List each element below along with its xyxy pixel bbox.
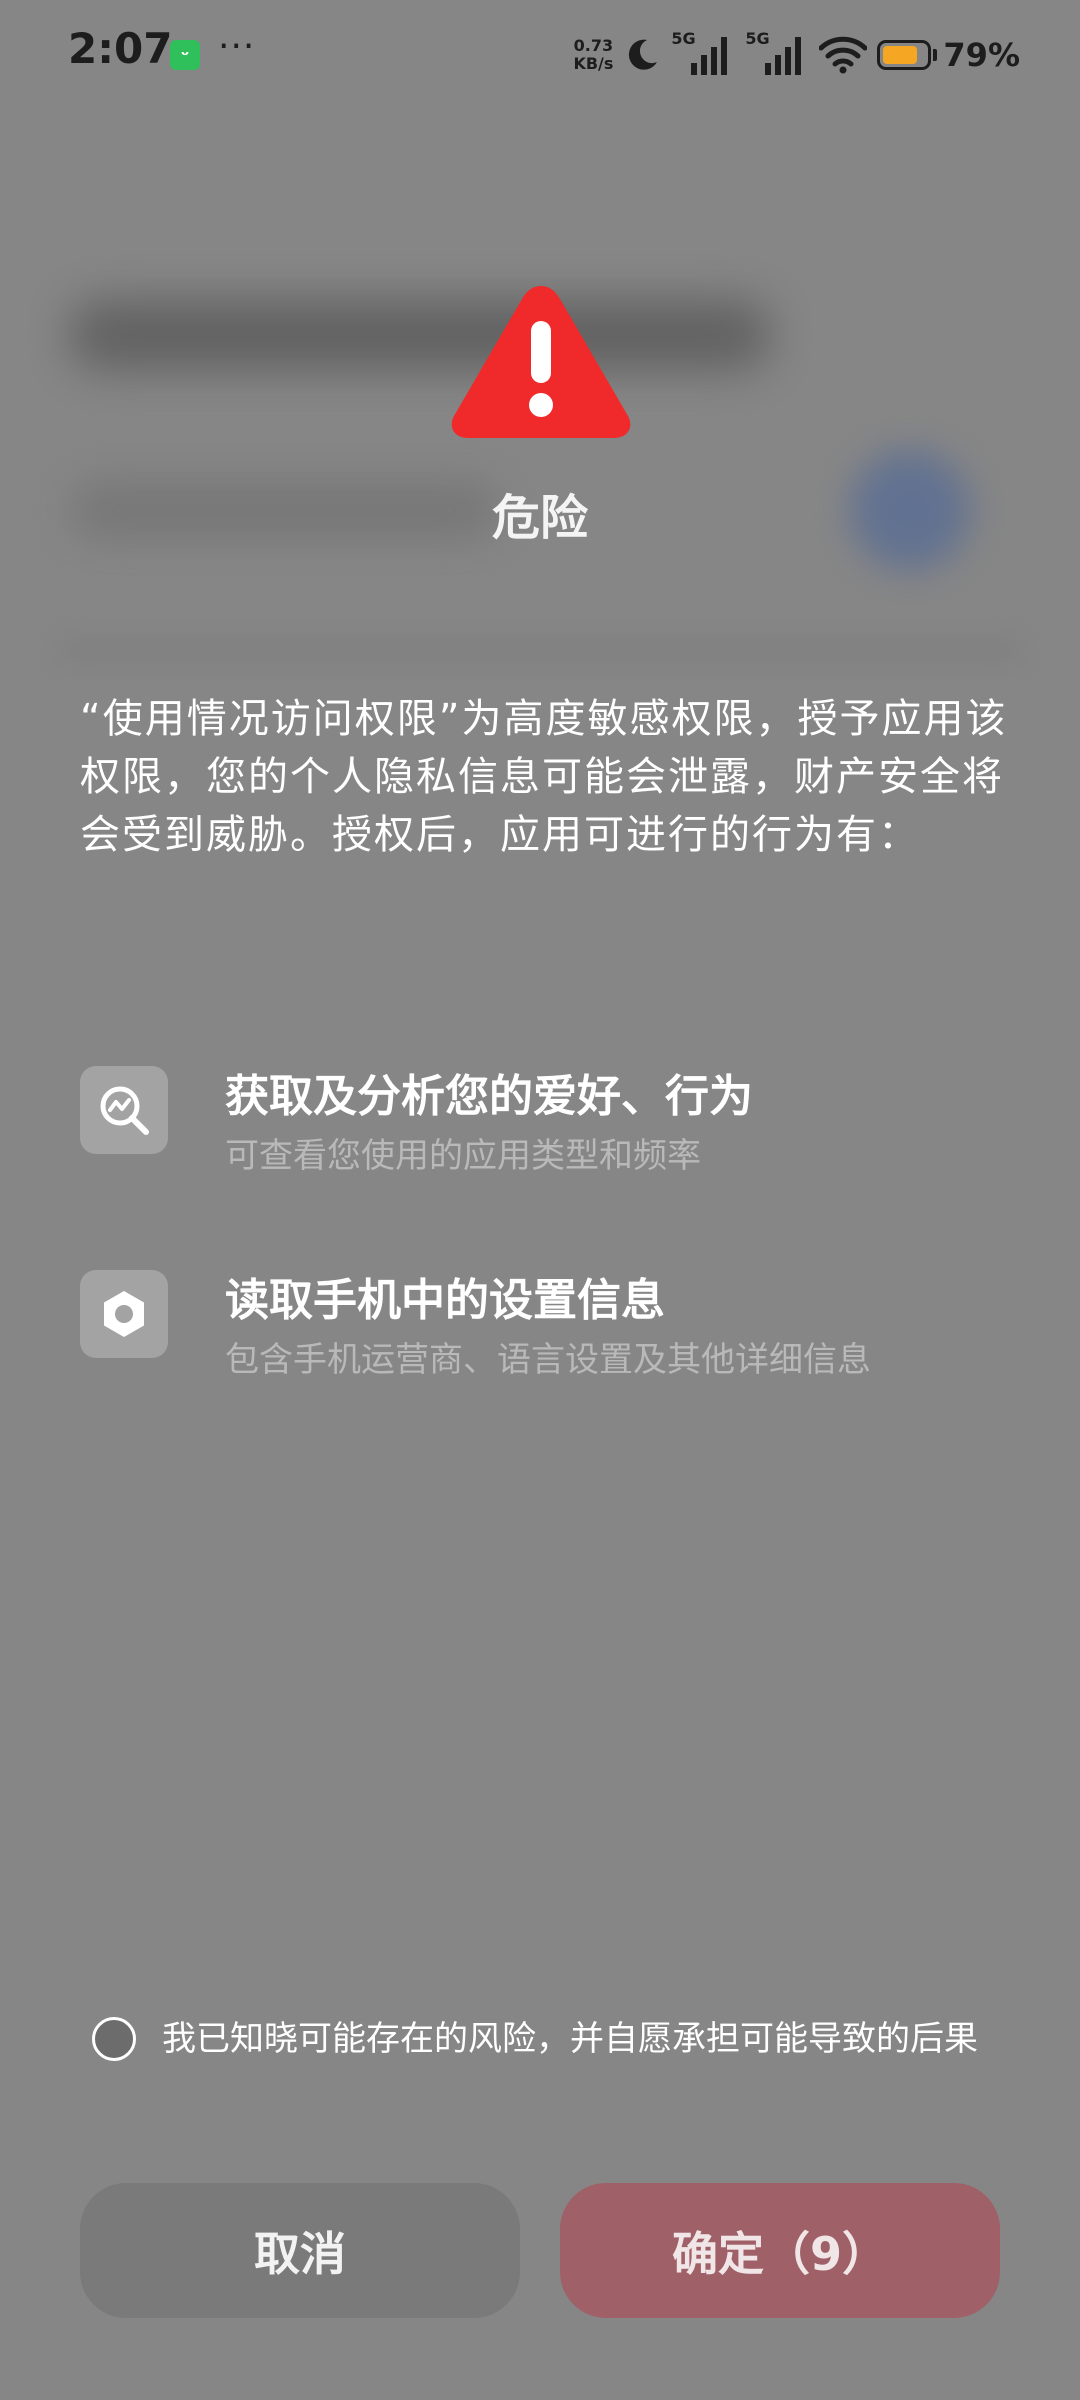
wifi-icon: [819, 35, 868, 75]
battery-fill: [883, 46, 917, 64]
acknowledge-label[interactable]: 我已知晓可能存在的风险，并自愿承担可能导致的后果: [162, 2015, 1012, 2063]
permission-title: 读取手机中的设置信息: [225, 1275, 665, 1326]
battery-cap: [933, 49, 938, 61]
permission-title: 获取及分析您的爱好、行为: [225, 1071, 753, 1122]
confirm-button[interactable]: 确定（9）: [560, 2183, 1000, 2318]
permission-item: 读取手机中的设置信息 包含手机运营商、语言设置及其他详细信息: [80, 1270, 1020, 1380]
warning-triangle-icon: [451, 286, 631, 438]
do-not-disturb-moon-icon: [623, 36, 661, 74]
blurred-divider: [60, 640, 1020, 660]
permission-description: “使用情况访问权限”为高度敏感权限，授予应用该权限，您的个人隐私信息可能会泄露，…: [80, 696, 1008, 858]
permission-subtitle: 包含手机运营商、语言设置及其他详细信息: [225, 1340, 871, 1380]
battery-indicator: 79%: [877, 36, 1020, 74]
cancel-button[interactable]: 取消: [80, 2183, 520, 2318]
network-speed: 0.73 KB/s: [573, 37, 613, 73]
status-bar: 2:07 ᵕ ··· 0.73 KB/s 5G 5G 79%: [0, 0, 1080, 110]
acknowledge-radio[interactable]: [92, 2017, 136, 2061]
blurred-block: [70, 300, 770, 370]
analytics-search-icon: [80, 1066, 168, 1154]
battery-percent: 79%: [943, 36, 1020, 74]
dialog-title: 危险: [491, 490, 588, 546]
permission-warning-screen: 2:07 ᵕ ··· 0.73 KB/s 5G 5G 79% 危险 “使用情况访…: [0, 0, 1080, 2400]
status-icons: 0.73 KB/s 5G 5G 79%: [573, 29, 1020, 80]
signal-strength-icon: 5G: [671, 29, 735, 77]
settings-hexagon-icon: [80, 1270, 168, 1358]
status-time: 2:07: [68, 24, 173, 73]
permission-item: 获取及分析您的爱好、行为 可查看您使用的应用类型和频率: [80, 1066, 1020, 1176]
permission-subtitle: 可查看您使用的应用类型和频率: [225, 1136, 701, 1176]
xiaomi-home-icon: ᵕ: [170, 40, 200, 70]
network-speed-value: 0.73: [573, 36, 614, 55]
signal-strength-icon: 5G: [745, 29, 809, 77]
battery-icon: [877, 40, 932, 70]
network-speed-unit: KB/s: [573, 54, 614, 73]
more-notifications-icon: ···: [218, 26, 256, 67]
